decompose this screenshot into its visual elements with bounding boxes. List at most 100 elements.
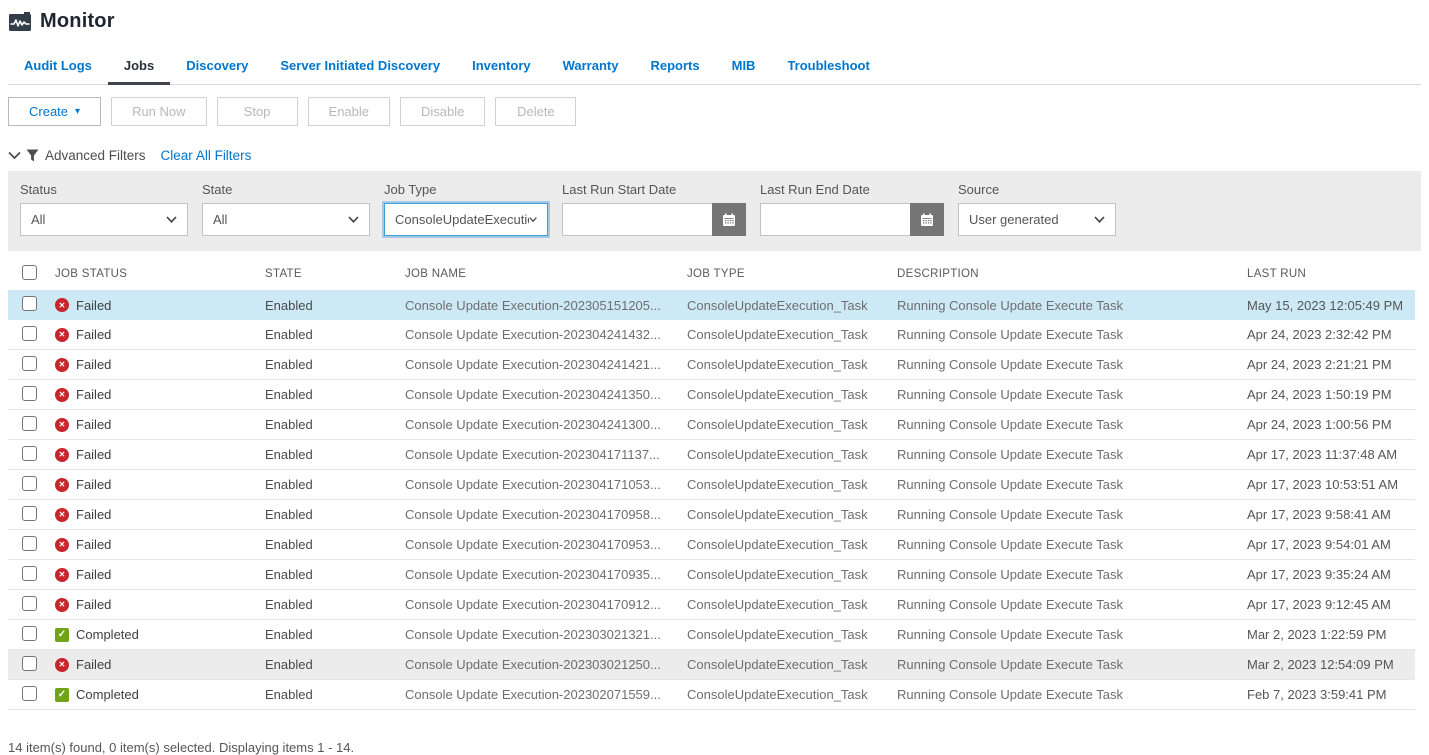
create-button[interactable]: Create▾	[8, 97, 101, 126]
job-status-label: Failed	[76, 657, 111, 672]
job-status-cell: ✓ Completed	[55, 627, 265, 642]
table-row[interactable]: ✕ Failed Enabled Console Update Executio…	[8, 530, 1415, 560]
row-checkbox-cell	[8, 476, 55, 494]
table-row[interactable]: ✕ Failed Enabled Console Update Executio…	[8, 560, 1415, 590]
job-status-label: Failed	[76, 357, 111, 372]
job-status-label: Failed	[76, 447, 111, 462]
filter-label: State	[202, 182, 370, 197]
select-all-checkbox[interactable]	[22, 265, 37, 280]
job-type-select[interactable]: ConsoleUpdateExecution_Task	[384, 203, 548, 236]
job-status-cell: ✕ Failed	[55, 597, 265, 612]
table-row[interactable]: ✕ Failed Enabled Console Update Executio…	[8, 410, 1415, 440]
last-run-start-date-input[interactable]	[562, 203, 712, 236]
row-checkbox[interactable]	[22, 416, 37, 431]
table-row[interactable]: ✕ Failed Enabled Console Update Executio…	[8, 320, 1415, 350]
row-checkbox[interactable]	[22, 506, 37, 521]
filter-panel: Status All State All Job Type ConsoleUpd…	[8, 171, 1421, 251]
row-checkbox-cell	[8, 536, 55, 554]
table-row[interactable]: ✕ Failed Enabled Console Update Executio…	[8, 350, 1415, 380]
state-select[interactable]: All	[202, 203, 370, 236]
status-select[interactable]: All	[20, 203, 188, 236]
filter-label: Last Run End Date	[760, 182, 944, 197]
column-header-job-status[interactable]: JOB STATUS	[55, 268, 265, 280]
row-checkbox[interactable]	[22, 596, 37, 611]
last-run-cell: Apr 24, 2023 1:50:19 PM	[1247, 387, 1415, 402]
calendar-button[interactable]	[910, 203, 944, 236]
description-cell: Running Console Update Execute Task	[897, 597, 1247, 612]
tab-inventory[interactable]: Inventory	[456, 49, 547, 84]
row-checkbox[interactable]	[22, 446, 37, 461]
last-run-cell: Apr 17, 2023 9:58:41 AM	[1247, 507, 1415, 522]
column-header-last-run[interactable]: LAST RUN	[1247, 268, 1415, 280]
last-run-cell: Apr 17, 2023 9:12:45 AM	[1247, 597, 1415, 612]
job-type-cell: ConsoleUpdateExecution_Task	[687, 387, 897, 402]
monitor-page: Monitor Audit LogsJobsDiscoveryServer In…	[0, 0, 1429, 755]
column-header-job-type[interactable]: JOB TYPE	[687, 268, 897, 280]
delete-button: Delete	[495, 97, 576, 126]
collapse-chevron-down-icon[interactable]	[8, 151, 21, 160]
table-row[interactable]: ✕ Failed Enabled Console Update Executio…	[8, 470, 1415, 500]
table-row[interactable]: ✓ Completed Enabled Console Update Execu…	[8, 680, 1415, 710]
description-cell: Running Console Update Execute Task	[897, 387, 1247, 402]
last-run-cell: Apr 17, 2023 11:37:48 AM	[1247, 447, 1415, 462]
row-checkbox[interactable]	[22, 356, 37, 371]
tab-mib[interactable]: MIB	[716, 49, 772, 84]
state-cell: Enabled	[265, 537, 405, 552]
tab-warranty[interactable]: Warranty	[547, 49, 635, 84]
job-status-label: Failed	[76, 417, 111, 432]
table-row[interactable]: ✓ Completed Enabled Console Update Execu…	[8, 620, 1415, 650]
tab-troubleshoot[interactable]: Troubleshoot	[771, 49, 885, 84]
row-checkbox[interactable]	[22, 656, 37, 671]
last-run-end-date-input[interactable]	[760, 203, 910, 236]
calendar-button[interactable]	[712, 203, 746, 236]
table-row[interactable]: ✕ Failed Enabled Console Update Executio…	[8, 380, 1415, 410]
job-status-cell: ✓ Completed	[55, 687, 265, 702]
job-type-cell: ConsoleUpdateExecution_Task	[687, 537, 897, 552]
caret-down-icon: ▾	[75, 107, 80, 117]
last-run-cell: Apr 24, 2023 1:00:56 PM	[1247, 417, 1415, 432]
row-checkbox[interactable]	[22, 686, 37, 701]
description-cell: Running Console Update Execute Task	[897, 687, 1247, 702]
tab-server-initiated-discovery[interactable]: Server Initiated Discovery	[264, 49, 456, 84]
job-status-label: Failed	[76, 477, 111, 492]
job-status-cell: ✕ Failed	[55, 357, 265, 372]
tab-audit-logs[interactable]: Audit Logs	[8, 49, 108, 84]
tab-reports[interactable]: Reports	[634, 49, 715, 84]
row-checkbox[interactable]	[22, 536, 37, 551]
job-type-cell: ConsoleUpdateExecution_Task	[687, 417, 897, 432]
row-checkbox[interactable]	[22, 476, 37, 491]
source-select[interactable]: User generated	[958, 203, 1116, 236]
column-header-state[interactable]: STATE	[265, 268, 405, 280]
state-cell: Enabled	[265, 447, 405, 462]
filter-funnel-icon	[26, 149, 39, 162]
job-status-cell: ✕ Failed	[55, 387, 265, 402]
clear-all-filters-link[interactable]: Clear All Filters	[161, 148, 252, 163]
state-cell: Enabled	[265, 567, 405, 582]
table-row[interactable]: ✕ Failed Enabled Console Update Executio…	[8, 590, 1415, 620]
failed-status-icon: ✕	[55, 418, 69, 432]
chevron-down-icon	[529, 216, 537, 223]
completed-status-icon: ✓	[55, 688, 69, 702]
row-checkbox[interactable]	[22, 626, 37, 641]
chevron-down-icon	[1094, 216, 1105, 223]
failed-status-icon: ✕	[55, 508, 69, 522]
table-row[interactable]: ✕ Failed Enabled Console Update Executio…	[8, 650, 1415, 680]
row-checkbox[interactable]	[22, 326, 37, 341]
tab-discovery[interactable]: Discovery	[170, 49, 264, 84]
filter-group-job-type: Job Type ConsoleUpdateExecution_Task	[384, 182, 548, 236]
table-row[interactable]: ✕ Failed Enabled Console Update Executio…	[8, 290, 1415, 320]
tab-jobs[interactable]: Jobs	[108, 49, 170, 84]
completed-status-icon: ✓	[55, 628, 69, 642]
row-checkbox-cell	[8, 326, 55, 344]
column-header-description[interactable]: DESCRIPTION	[897, 268, 1247, 280]
last-run-cell: Mar 2, 2023 1:22:59 PM	[1247, 627, 1415, 642]
table-row[interactable]: ✕ Failed Enabled Console Update Executio…	[8, 440, 1415, 470]
job-status-label: Failed	[76, 387, 111, 402]
column-header-job-name[interactable]: JOB NAME	[405, 268, 687, 280]
row-checkbox[interactable]	[22, 566, 37, 581]
last-run-cell: Mar 2, 2023 12:54:09 PM	[1247, 657, 1415, 672]
row-checkbox[interactable]	[22, 296, 37, 311]
table-row[interactable]: ✕ Failed Enabled Console Update Executio…	[8, 500, 1415, 530]
job-type-cell: ConsoleUpdateExecution_Task	[687, 597, 897, 612]
row-checkbox[interactable]	[22, 386, 37, 401]
